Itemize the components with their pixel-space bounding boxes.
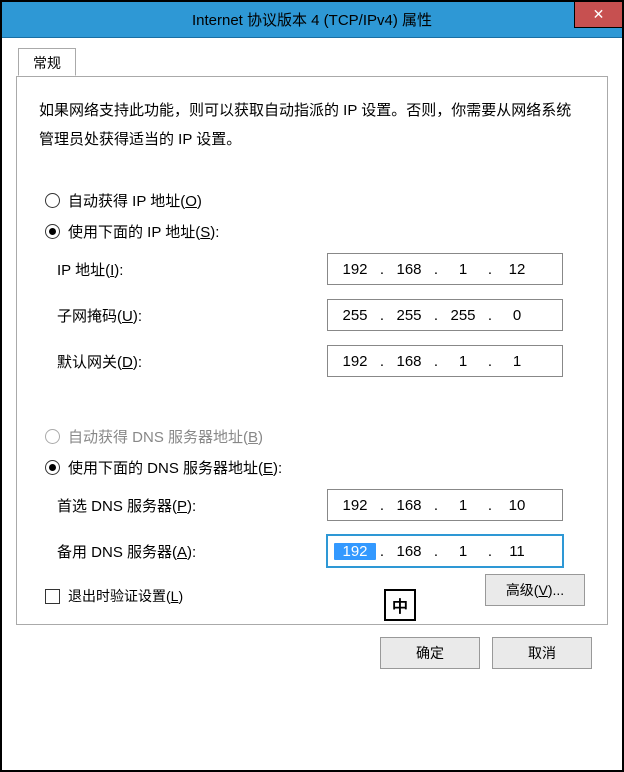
field-default-gateway: 默认网关(D): 192. 168. 1. 1 bbox=[57, 344, 585, 378]
titlebar: Internet 协议版本 4 (TCP/IPv4) 属性 ✕ bbox=[2, 2, 622, 38]
ip-address-input[interactable]: 192. 168. 1. 12 bbox=[327, 253, 563, 285]
radio-manual-ip[interactable]: 使用下面的 IP 地址(S): bbox=[45, 221, 585, 242]
checkbox-label: 退出时验证设置(L) bbox=[68, 586, 183, 606]
field-label: 备用 DNS 服务器(A): bbox=[57, 541, 327, 562]
cancel-button[interactable]: 取消 bbox=[492, 637, 592, 669]
ok-button[interactable]: 确定 bbox=[380, 637, 480, 669]
radio-auto-ip[interactable]: 自动获得 IP 地址(O) bbox=[45, 190, 585, 211]
subnet-mask-input[interactable]: 255. 255. 255. 0 bbox=[327, 299, 563, 331]
preferred-dns-input[interactable]: 192. 168. 1. 10 bbox=[327, 489, 563, 521]
close-icon: ✕ bbox=[593, 6, 605, 23]
radio-auto-dns: 自动获得 DNS 服务器地址(B) bbox=[45, 426, 585, 447]
field-label: 默认网关(D): bbox=[57, 351, 327, 372]
default-gateway-input[interactable]: 192. 168. 1. 1 bbox=[327, 345, 563, 377]
window-title: Internet 协议版本 4 (TCP/IPv4) 属性 bbox=[192, 9, 432, 30]
radio-label: 自动获得 IP 地址(O) bbox=[68, 190, 202, 211]
description-text: 如果网络支持此功能，则可以获取自动指派的 IP 设置。否则，你需要从网络系统管理… bbox=[39, 97, 585, 154]
radio-label: 自动获得 DNS 服务器地址(B) bbox=[68, 426, 263, 447]
radio-label: 使用下面的 DNS 服务器地址(E): bbox=[68, 457, 282, 478]
dialog-body: 常规 如果网络支持此功能，则可以获取自动指派的 IP 设置。否则，你需要从网络系… bbox=[2, 38, 622, 691]
field-label: 子网掩码(U): bbox=[57, 305, 327, 326]
tab-panel-general: 如果网络支持此功能，则可以获取自动指派的 IP 设置。否则，你需要从网络系统管理… bbox=[16, 76, 608, 625]
ime-indicator[interactable]: 中 bbox=[384, 589, 416, 621]
radio-icon bbox=[45, 193, 60, 208]
field-label: 首选 DNS 服务器(P): bbox=[57, 495, 327, 516]
close-button[interactable]: ✕ bbox=[574, 2, 622, 28]
field-ip-address: IP 地址(I): 192. 168. 1. 12 bbox=[57, 252, 585, 286]
radio-label: 使用下面的 IP 地址(S): bbox=[68, 221, 219, 242]
field-label: IP 地址(I): bbox=[57, 259, 327, 280]
checkbox-validate-on-exit[interactable]: 退出时验证设置(L) bbox=[45, 586, 183, 606]
checkbox-icon bbox=[45, 589, 60, 604]
radio-icon bbox=[45, 460, 60, 475]
radio-icon bbox=[45, 429, 60, 444]
radio-manual-dns[interactable]: 使用下面的 DNS 服务器地址(E): bbox=[45, 457, 585, 478]
alternate-dns-input[interactable]: 192. 168. 1. 11 bbox=[327, 535, 563, 567]
tab-strip: 常规 bbox=[16, 48, 608, 76]
radio-icon bbox=[45, 224, 60, 239]
field-preferred-dns: 首选 DNS 服务器(P): 192. 168. 1. 10 bbox=[57, 488, 585, 522]
advanced-button[interactable]: 高级(V)... bbox=[485, 574, 585, 606]
field-subnet-mask: 子网掩码(U): 255. 255. 255. 0 bbox=[57, 298, 585, 332]
tab-general[interactable]: 常规 bbox=[18, 48, 76, 76]
dialog-footer: 确定 取消 bbox=[16, 625, 608, 677]
